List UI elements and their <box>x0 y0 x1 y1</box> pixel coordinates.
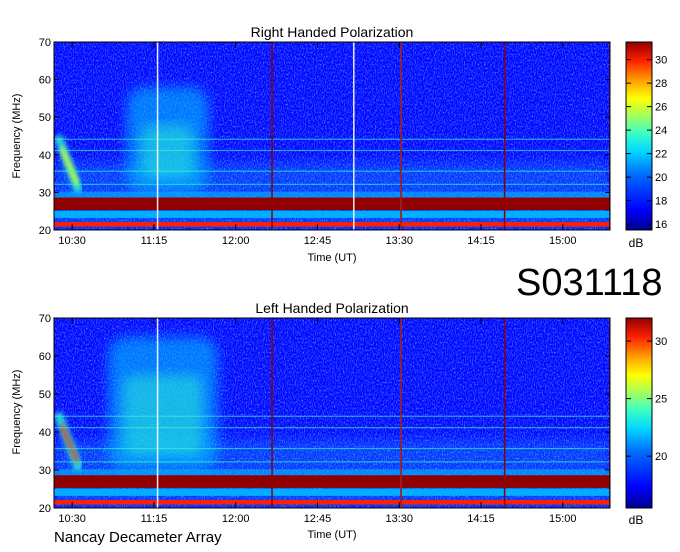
y-tick-label: 70 <box>39 313 51 325</box>
x-tick-label: 15:00 <box>549 235 577 247</box>
rfi-line <box>54 183 610 185</box>
rfi-band <box>54 474 610 488</box>
rfi-line <box>54 170 610 172</box>
y-tick-label: 30 <box>39 187 51 199</box>
x-axis-label: Time (UT) <box>307 252 356 264</box>
heatmap-area <box>54 318 610 508</box>
colorbar-tick-label: 20 <box>655 451 667 463</box>
chart-title: Right Handed Polarization <box>251 24 414 40</box>
colorbar-tick-label: 26 <box>655 102 667 114</box>
x-tick-label: 13:30 <box>385 235 413 247</box>
rfi-band-halo <box>54 191 610 198</box>
x-tick-label: 13:30 <box>385 513 413 525</box>
colorbar-label: dB <box>629 513 644 527</box>
x-axis-label: Time (UT) <box>307 529 356 541</box>
x-tick-label: 11:15 <box>141 235 168 247</box>
y-tick-label: 70 <box>39 37 51 49</box>
observation-id: S031118 <box>516 262 663 304</box>
colorbar <box>625 41 653 231</box>
y-tick-label: 60 <box>39 75 51 87</box>
rfi-band <box>54 197 610 211</box>
rfi-line <box>54 138 610 140</box>
colorbar-tick-label: 30 <box>655 336 667 348</box>
rfi-line <box>54 415 610 417</box>
x-tick-label: 14:15 <box>467 235 495 247</box>
rfi-band-halo <box>54 210 610 218</box>
x-tick-label: 11:15 <box>141 513 168 525</box>
y-tick-label: 20 <box>39 225 51 237</box>
colorbar-tick-label: 20 <box>655 172 667 184</box>
x-tick-label: 12:45 <box>304 235 332 247</box>
colorbar-tick-label: 28 <box>655 78 667 90</box>
x-tick-label: 12:45 <box>304 513 332 525</box>
colorbar-tick-label: 18 <box>655 196 667 208</box>
rfi-line <box>54 447 610 450</box>
y-tick-label: 40 <box>39 427 51 439</box>
x-tick-label: 12:00 <box>222 513 250 525</box>
colorbar-tick-label: 22 <box>655 149 667 161</box>
y-tick-label: 40 <box>39 150 51 162</box>
heatmap-area <box>54 42 610 230</box>
y-axis-label: Frequency (MHz) <box>11 94 23 179</box>
x-tick-label: 10:30 <box>58 513 86 525</box>
colorbar-tick-label: 24 <box>655 125 667 137</box>
y-axis-label: Frequency (MHz) <box>11 370 23 455</box>
chart-title: Left Handed Polarization <box>255 300 408 316</box>
instrument-label: Nancay Decameter Array <box>54 529 222 546</box>
rfi-band <box>54 222 610 227</box>
diffuse-emission-core <box>123 375 203 455</box>
colorbar-tick-label: 30 <box>655 55 667 67</box>
y-tick-label: 50 <box>39 112 51 124</box>
colorbar-label: dB <box>629 236 644 250</box>
y-tick-label: 20 <box>39 503 51 515</box>
y-tick-label: 30 <box>39 465 51 477</box>
colorbar <box>625 317 653 509</box>
rfi-band-halo <box>54 469 610 476</box>
x-tick-label: 14:15 <box>467 513 495 525</box>
colorbar-tick-label: 25 <box>655 394 667 406</box>
x-tick-label: 12:00 <box>222 235 250 247</box>
rfi-line <box>54 427 610 429</box>
right-polarization-panel: Right Handed Polarization Frequency (MHz… <box>11 24 667 264</box>
rfi-band <box>54 500 610 505</box>
rfi-line <box>54 461 610 463</box>
rfi-line <box>54 149 610 152</box>
rfi-band-halo <box>54 488 610 496</box>
x-tick-label: 15:00 <box>549 513 577 525</box>
x-tick-label: 10:30 <box>58 235 86 247</box>
left-polarization-panel: Left Handed Polarization Frequency (MHz)… <box>11 300 667 541</box>
colorbar-tick-label: 16 <box>655 219 667 231</box>
y-tick-label: 50 <box>39 389 51 401</box>
y-tick-label: 60 <box>39 351 51 363</box>
